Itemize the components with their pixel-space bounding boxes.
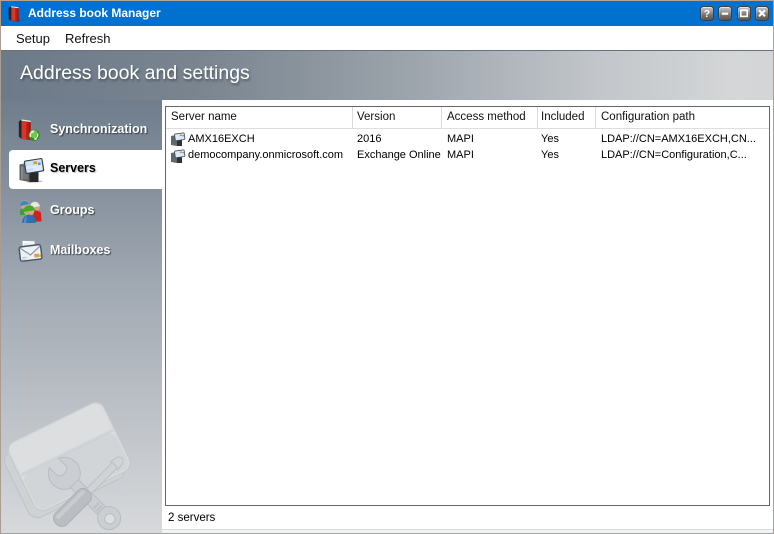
svg-text:?: ?	[704, 8, 710, 20]
